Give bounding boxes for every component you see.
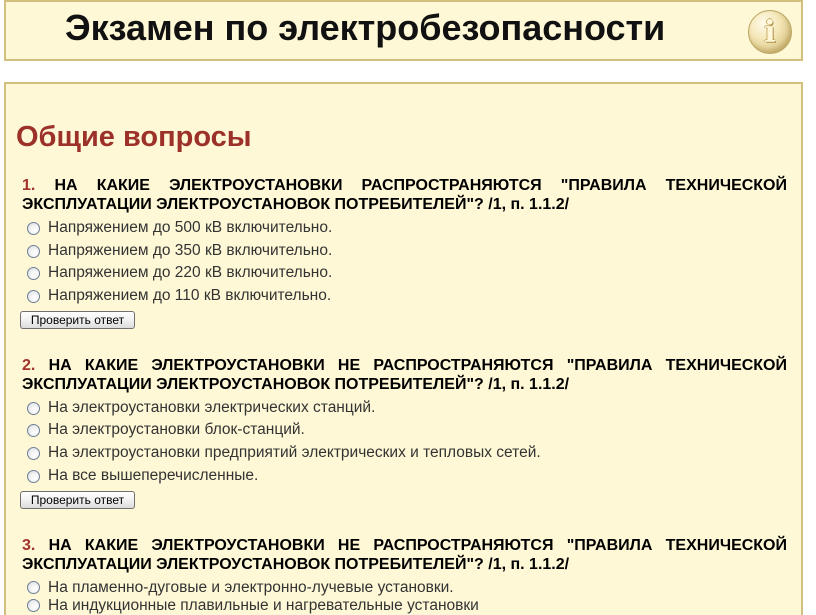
question-2: 2. НА КАКИЕ ЭЛЕКТРОУСТАНОВКИ НЕ РАСПРОСТ… — [20, 356, 787, 509]
answer-option[interactable]: Напряжением до 110 кВ включительно. — [22, 285, 787, 308]
section-title: Общие вопросы — [16, 121, 252, 153]
answer-option[interactable]: На пламенно-дуговые и электронно-лучевые… — [22, 577, 787, 600]
answer-label: Напряжением до 220 кВ включительно. — [48, 264, 333, 282]
main-panel: Общие вопросы 1. НА КАКИЕ ЭЛЕКТРОУСТАНОВ… — [4, 82, 803, 615]
radio-unchecked-icon[interactable] — [27, 221, 40, 235]
answer-option[interactable]: На индукционные плавильные и нагреватель… — [22, 597, 787, 614]
radio-unchecked-icon[interactable] — [27, 581, 40, 595]
question-text: 1. НА КАКИЕ ЭЛЕКТРОУСТАНОВКИ РАСПРОСТРАН… — [22, 176, 787, 214]
radio-unchecked-icon[interactable] — [27, 267, 40, 281]
answer-option[interactable]: Напряжением до 220 кВ включительно. — [22, 262, 787, 285]
answer-options: На пламенно-дуговые и электронно-лучевые… — [22, 577, 787, 614]
question-body: НА КАКИЕ ЭЛЕКТРОУСТАНОВКИ РАСПРОСТРАНЯЮТ… — [22, 177, 787, 213]
answer-label: Напряжением до 500 кВ включительно. — [48, 219, 333, 236]
answer-label: На все вышеперечисленные. — [48, 466, 259, 484]
radio-unchecked-icon[interactable] — [27, 424, 40, 438]
answer-label: На пламенно-дуговые и электронно-лучевые… — [48, 578, 454, 596]
question-body: НА КАКИЕ ЭЛЕКТРОУСТАНОВКИ НЕ РАСПРОСТРАН… — [22, 356, 787, 393]
question-3: 3. НА КАКИЕ ЭЛЕКТРОУСТАНОВКИ НЕ РАСПРОСТ… — [22, 536, 787, 615]
answer-label: На электроустановки блок-станций. — [48, 421, 305, 439]
check-answer-button[interactable]: Проверить ответ — [20, 310, 135, 329]
answer-option[interactable]: На электроустановки электрических станци… — [22, 397, 787, 420]
answer-label: На электроустановки предприятий электрич… — [48, 444, 541, 462]
answer-option[interactable]: Напряжением до 350 кВ включительно. — [22, 240, 787, 263]
page-title: Экзамен по электробезопасности — [65, 7, 666, 48]
question-body: НА КАКИЕ ЭЛЕКТРОУСТАНОВКИ НЕ РАСПРОСТРАН… — [22, 536, 787, 573]
page-header: Экзамен по электробезопасности — [4, 0, 803, 61]
answer-label: На электроустановки электрических станци… — [48, 398, 376, 416]
check-answer-button[interactable]: Проверить ответ — [20, 490, 135, 509]
answer-option[interactable]: На все вышеперечисленные. — [22, 465, 787, 488]
answer-options: На электроустановки электрических станци… — [22, 397, 787, 488]
info-icon[interactable] — [748, 10, 792, 54]
answer-options: Напряжением до 500 кВ включительно. Напр… — [22, 217, 787, 308]
radio-unchecked-icon[interactable] — [27, 401, 40, 415]
question-number: 1. — [22, 177, 36, 194]
question-text: 3. НА КАКИЕ ЭЛЕКТРОУСТАНОВКИ НЕ РАСПРОСТ… — [22, 536, 787, 574]
question-1: 1. НА КАКИЕ ЭЛЕКТРОУСТАНОВКИ РАСПРОСТРАН… — [20, 176, 787, 329]
answer-option[interactable]: Напряжением до 500 кВ включительно. — [22, 217, 787, 240]
question-number: 2. — [22, 356, 36, 374]
radio-unchecked-icon[interactable] — [27, 244, 40, 258]
question-text: 2. НА КАКИЕ ЭЛЕКТРОУСТАНОВКИ НЕ РАСПРОСТ… — [22, 356, 787, 394]
radio-unchecked-icon[interactable] — [27, 446, 40, 460]
answer-label: На индукционные плавильные и нагреватель… — [48, 597, 479, 615]
answer-label: Напряжением до 350 кВ включительно. — [48, 241, 333, 259]
question-number: 3. — [22, 536, 36, 554]
radio-unchecked-icon[interactable] — [27, 599, 40, 613]
radio-unchecked-icon[interactable] — [27, 469, 40, 483]
answer-option[interactable]: На электроустановки блок-станций. — [22, 419, 787, 442]
answer-option[interactable]: На электроустановки предприятий электрич… — [22, 442, 787, 465]
answer-label: Напряжением до 110 кВ включительно. — [48, 287, 332, 305]
radio-unchecked-icon[interactable] — [27, 289, 40, 303]
